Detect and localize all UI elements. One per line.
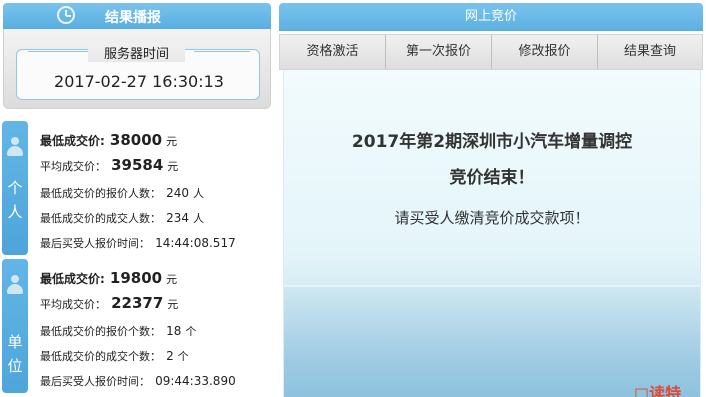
person-icon: [7, 137, 23, 159]
individual-bid-count-row: 最低成交价的报价人数： 240 人: [40, 182, 204, 201]
min-price-label: 最低成交价:: [40, 134, 105, 148]
tab-qualification-activation[interactable]: 资格激活: [280, 35, 386, 69]
min-price-label: 最低成交价:: [40, 272, 105, 286]
divider: [194, 51, 250, 52]
result-broadcast-header: 结果播报: [3, 3, 271, 29]
count-unit: 个: [177, 350, 189, 363]
avg-price-label: 平均成交价：: [40, 160, 106, 173]
unit-bid-count-row: 最低成交价的报价个数： 18 个: [40, 320, 196, 339]
server-time-value: 2017-02-27 16:30:13: [54, 72, 224, 91]
unit-results: 单 位 最低成交价: 19800 元 平均成交价： 22377 元 最低成交价的报价…: [0, 259, 273, 395]
notice-title: 2017年第2期深圳市小汽车增量调控: [351, 132, 633, 152]
individual-min-price-row: 最低成交价: 38000 元: [40, 130, 177, 149]
individual-tab-char-2: 人: [7, 203, 23, 221]
bid-count-label: 最低成交价的报价人数：: [40, 187, 161, 200]
individual-min-price: 38000: [109, 131, 163, 149]
unit-tab-char-1: 单: [7, 333, 23, 351]
server-time-box: 2017-02-27 16:30:13 服务器时间: [3, 29, 271, 109]
individual-bid-count: 240: [166, 186, 189, 200]
unit-avg-price: 22377: [111, 294, 164, 312]
notice-panel: 2017年第2期深圳市小汽车增量调控 竞价结束！ 请买受人缴清竞价成交款项！: [283, 70, 701, 397]
tab-first-bid[interactable]: 第一次报价: [386, 35, 492, 69]
unit-min-price: 19800: [109, 269, 163, 287]
price-unit: 元: [166, 273, 178, 286]
individual-last-time: 14:44:08.517: [155, 236, 236, 250]
unit-avg-price-row: 平均成交价： 22377 元: [40, 293, 178, 312]
last-time-label: 最后买受人报价时间：: [40, 375, 150, 388]
individual-deal-count-row: 最低成交价的成交人数： 234 人: [40, 207, 204, 226]
bidding-tabs: 资格激活 第一次报价 修改报价 结果查询: [279, 34, 703, 70]
last-time-label: 最后买受人报价时间：: [40, 237, 150, 250]
watermark-logo: □读特: [634, 384, 682, 397]
clock-icon: [57, 6, 75, 24]
unit-min-price-row: 最低成交价: 19800 元: [40, 268, 177, 287]
deal-count-label: 最低成交价的成交人数：: [40, 212, 161, 225]
deal-count-label: 最低成交价的成交个数：: [40, 350, 161, 363]
notice-status: 竞价结束！: [449, 168, 535, 188]
individual-results: 个 人 最低成交价: 38000 元 平均成交价： 39584 元 最低成交价的报价…: [0, 121, 273, 257]
unit-tab: 单 位: [2, 259, 28, 393]
unit-last-time: 09:44:33.890: [155, 374, 236, 388]
server-time-label: 服务器时间: [88, 43, 186, 62]
divider: [28, 51, 90, 52]
unit-last-time-row: 最后买受人报价时间： 09:44:33.890: [40, 370, 236, 389]
price-unit: 元: [166, 135, 178, 148]
individual-avg-price-row: 平均成交价： 39584 元: [40, 155, 178, 174]
unit-deal-count: 2: [166, 349, 174, 363]
unit-tab-char-2: 位: [7, 357, 23, 375]
individual-deal-count: 234: [166, 211, 189, 225]
bid-count-label: 最低成交价的报价个数：: [40, 325, 161, 338]
count-unit: 人: [193, 187, 204, 200]
tab-modify-bid[interactable]: 修改报价: [492, 35, 598, 69]
tab-result-query[interactable]: 结果查询: [598, 35, 702, 69]
price-unit: 元: [167, 160, 179, 173]
notice-instruction: 请买受人缴清竞价成交款项！: [394, 209, 590, 227]
result-broadcast-title: 结果播报: [105, 10, 161, 26]
individual-last-time-row: 最后买受人报价时间： 14:44:08.517: [40, 232, 236, 251]
avg-price-label: 平均成交价：: [40, 298, 106, 311]
individual-tab-char-1: 个: [7, 179, 23, 197]
unit-deal-count-row: 最低成交价的成交个数： 2个: [40, 345, 189, 364]
online-bidding-header: 网上竞价: [279, 3, 703, 31]
count-unit: 个: [185, 325, 197, 338]
price-unit: 元: [167, 298, 179, 311]
left-panel: 结果播报 2017-02-27 16:30:13 服务器时间 个 人 最低成交价…: [0, 0, 273, 397]
individual-avg-price: 39584: [111, 156, 164, 174]
individual-tab: 个 人: [2, 121, 28, 255]
count-unit: 人: [193, 212, 204, 225]
group-icon: [7, 275, 23, 297]
unit-bid-count: 18: [166, 324, 182, 338]
